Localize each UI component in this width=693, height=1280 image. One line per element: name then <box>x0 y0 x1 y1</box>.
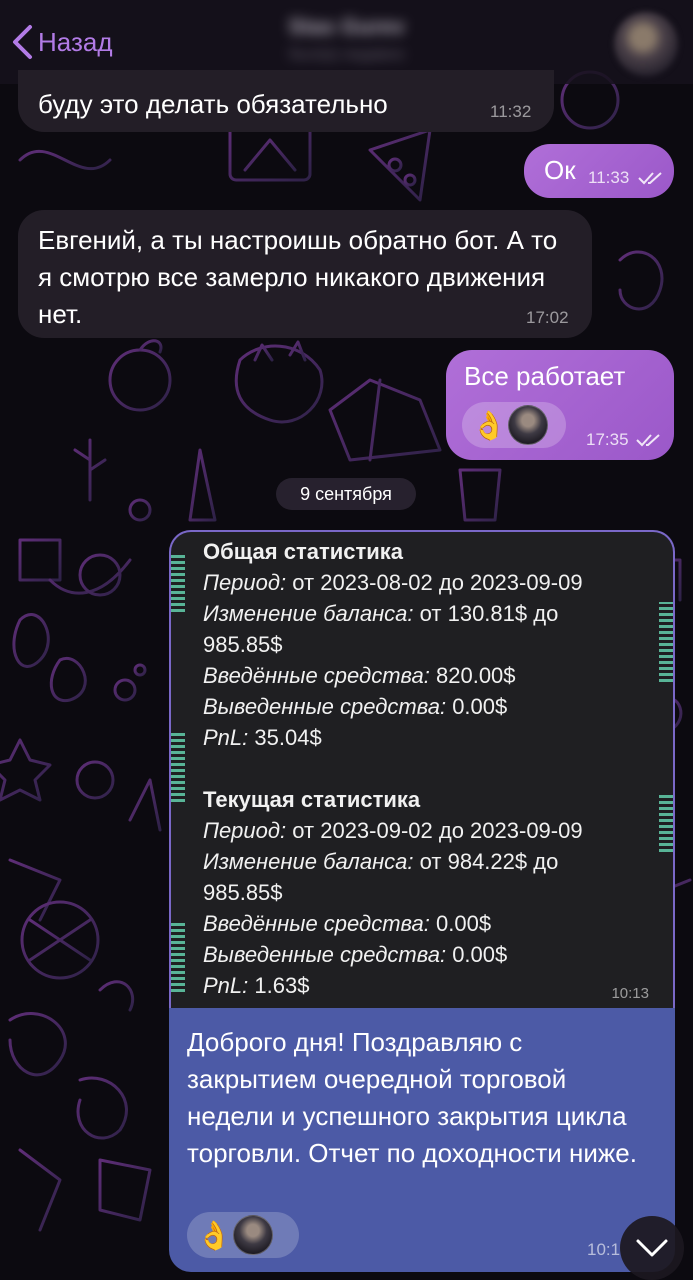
chat-title[interactable]: Stas Gurev <box>0 14 693 40</box>
read-checks-icon <box>638 172 662 185</box>
message-text: Евгений, а ты настроишь обратно бот. А т… <box>38 225 558 329</box>
pnl-value: 35.04$ <box>254 725 322 750</box>
outgoing-message[interactable]: Ок 11:33 <box>524 144 674 198</box>
decorative-stripe <box>171 732 185 802</box>
message-time: 17:35 <box>586 430 629 449</box>
current-stats-title: Текущая статистика <box>203 787 421 812</box>
balance-label: Изменение баланса: <box>203 601 414 626</box>
message-text: Доброго дня! Поздравляю с закрытием очер… <box>187 1027 637 1168</box>
deposit-label: Введённые средства: <box>203 663 430 688</box>
incoming-message[interactable]: буду это делать обязательно 11:32 <box>18 70 554 132</box>
balance-value: от 984.22$ до <box>419 849 559 874</box>
ok-hand-emoji: 👌 <box>471 409 507 441</box>
message-text: буду это делать обязательно <box>38 89 388 119</box>
period-label: Период: <box>203 570 287 595</box>
message-time: 11:32 <box>490 102 532 121</box>
deposit-label: Введённые средства: <box>203 911 430 936</box>
general-stats-title: Общая статистика <box>203 539 404 564</box>
outgoing-message[interactable]: Все работает 👌 17:35 <box>446 350 674 460</box>
read-checks-icon <box>636 434 660 447</box>
message-reaction[interactable]: 👌 <box>462 402 566 448</box>
message-time: 10:13 <box>611 985 649 1002</box>
balance-value-cont: 985.85$ <box>203 632 283 657</box>
pnl-value: 1.63$ <box>254 973 310 998</box>
withdraw-value: 0.00$ <box>452 942 508 967</box>
message-text: Ок <box>544 155 576 185</box>
balance-value: от 130.81$ до <box>419 601 559 626</box>
decorative-stripe <box>171 922 185 992</box>
period-label: Период: <box>203 818 287 843</box>
message-reaction[interactable]: 👌 <box>187 1212 299 1258</box>
deposit-value: 0.00$ <box>436 911 492 936</box>
pnl-label: PnL: <box>203 725 249 750</box>
ok-hand-emoji: 👌 <box>196 1219 232 1251</box>
message-time: 11:33 <box>588 168 630 187</box>
scroll-to-bottom-button[interactable] <box>620 1216 684 1280</box>
message-time: 17:02 <box>526 308 569 327</box>
incoming-message[interactable]: Евгений, а ты настроишь обратно бот. А т… <box>18 210 592 338</box>
date-separator: 9 сентября <box>276 478 416 510</box>
period-value: от 2023-08-02 до 2023-09-09 <box>292 570 583 595</box>
contact-avatar[interactable] <box>614 12 678 76</box>
withdraw-label: Выведенные средства: <box>203 942 447 967</box>
reactor-avatar <box>508 405 548 445</box>
balance-label: Изменение баланса: <box>203 849 414 874</box>
bot-message[interactable]: Доброго дня! Поздравляю с закрытием очер… <box>169 1008 675 1272</box>
withdraw-value: 0.00$ <box>452 694 508 719</box>
statistics-text: Общая статистика Период: от 2023-08-02 д… <box>203 536 663 1001</box>
balance-value-cont: 985.85$ <box>203 880 283 905</box>
message-text: Все работает <box>464 361 626 391</box>
message-time: 10:1 <box>587 1240 621 1259</box>
decorative-stripe <box>171 552 185 612</box>
withdraw-label: Выведенные средства: <box>203 694 447 719</box>
chevron-down-icon <box>636 1239 668 1257</box>
pnl-label: PnL: <box>203 973 249 998</box>
chat-status: был(а) недавно <box>288 46 405 63</box>
period-value: от 2023-09-02 до 2023-09-09 <box>292 818 583 843</box>
deposit-value: 820.00$ <box>436 663 516 688</box>
reactor-avatar <box>233 1215 273 1255</box>
statistics-card[interactable]: Общая статистика Период: от 2023-08-02 д… <box>169 530 675 1008</box>
